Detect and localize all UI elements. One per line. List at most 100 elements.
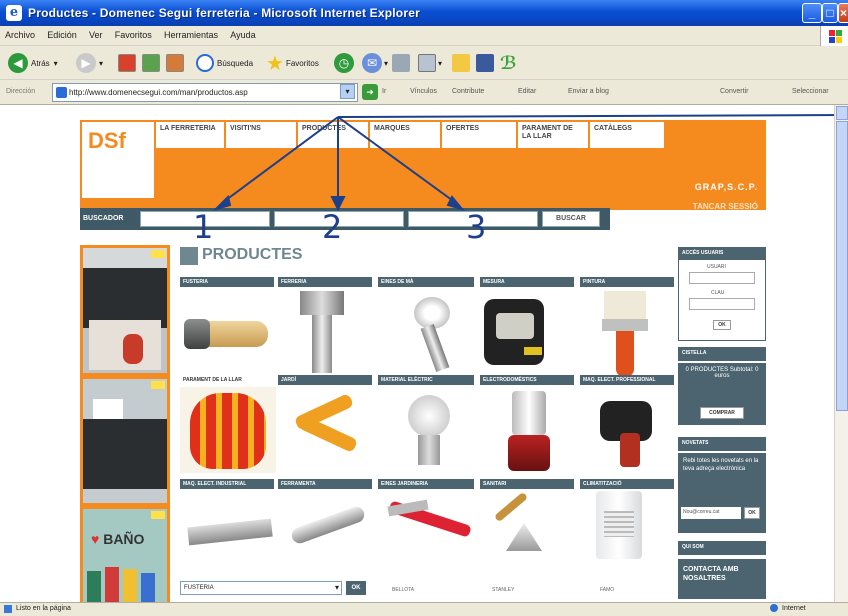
product-image-maq-elect-professional[interactable] [590,395,674,471]
category-electrodomestics[interactable]: ELECTRODOMÈSTICS [480,375,574,385]
page-status-icon [4,605,12,613]
category-ferreria[interactable]: FERRERIA [278,277,372,287]
product-image-ferreria[interactable] [300,291,360,377]
product-image-material-electric[interactable] [404,391,454,475]
research-button[interactable] [476,51,494,75]
brand-stanley[interactable]: STANLEY [492,587,514,593]
banner-badge [151,511,165,519]
category-maq-elect-professional[interactable]: MAQ. ELECT. PROFESSIONAL [580,375,674,385]
buy-button[interactable]: COMPRAR [700,407,744,419]
annotation-2: 2 [322,208,343,246]
forward-button[interactable]: ▶ ▾ [76,51,103,75]
folder-button[interactable] [452,51,470,75]
brand-famo[interactable]: FAMO [600,587,614,593]
search-button[interactable]: Búsqueda [196,51,253,75]
product-image-fusteria[interactable] [184,297,274,367]
close-button[interactable]: × [838,3,848,23]
star-icon: ★ [266,52,284,75]
contact-box[interactable]: CONTACTA AMB NOSALTRES [678,559,766,599]
chevron-down-icon: ▾ [334,583,339,592]
address-dropdown-button[interactable]: ▾ [340,84,355,99]
refresh-icon [142,54,160,72]
product-image-climatitzacio[interactable] [596,491,646,561]
cart-header: CISTELLA [678,347,766,361]
menu-ayuda[interactable]: Ayuda [225,26,260,40]
history-button[interactable]: ◷ [334,51,354,75]
category-climatitzacio[interactable]: CLIMATITZACIÓ [580,479,674,489]
menu-ver[interactable]: Ver [84,26,108,40]
product-image-eines-jardineria[interactable] [384,497,474,553]
contribute-button[interactable]: Contribute [452,88,484,95]
edit-page-button[interactable]: Editar [518,88,536,95]
banner-photo-1[interactable] [83,248,167,373]
address-input[interactable]: http://www.domenecsegui.com/man/producto… [52,83,358,102]
page-title: PRODUCTES [202,246,303,263]
category-maq-elect-industrial[interactable]: MAQ. ELECT. INDUSTRIAL [180,479,274,489]
product-image-ferramenta[interactable] [289,501,370,551]
category-ok-button[interactable]: OK [346,581,366,595]
category-select[interactable]: FUSTERIA ▾ [180,581,342,595]
minimize-button[interactable]: _ [802,3,822,23]
category-sanitari[interactable]: SANITARI [480,479,574,489]
edit-button[interactable]: ▾ [418,51,442,75]
username-input[interactable] [689,272,755,284]
refresh-button[interactable] [142,51,160,75]
category-parament-de-la-llar[interactable]: PARAMENT DE LA LLAR [180,375,274,385]
go-label[interactable]: Ir [382,88,386,95]
menu-edicion[interactable]: Edición [42,26,82,40]
login-box: USUARI CLAU OK [678,259,766,341]
go-button[interactable]: ➜ [362,84,378,100]
news-box: Rebi totes les novetats en la teva adreç… [678,453,766,533]
back-button[interactable]: ◀ Atrás ▾ [8,51,58,75]
menu-archivo[interactable]: Archivo [0,26,40,40]
product-image-eines-de-ma[interactable] [384,291,474,373]
scroll-up-button[interactable] [836,106,848,120]
password-input[interactable] [689,298,755,310]
menu-herramientas[interactable]: Herramientas [159,26,223,40]
category-eines-de-ma[interactable]: EINES DE MÀ [378,277,474,287]
category-eines-jardineria[interactable]: EINES JARDINERIA [378,479,474,489]
messenger-button[interactable]: ℬ [500,51,517,75]
page-icon [56,87,67,98]
newsletter-ok-button[interactable]: OK [744,507,760,519]
banner-photo-2[interactable] [83,379,167,503]
stop-button[interactable] [118,51,136,75]
maximize-button[interactable]: □ [822,3,838,23]
select-button[interactable]: Seleccionar [792,88,829,95]
home-button[interactable] [166,51,184,75]
product-image-maq-elect-industrial[interactable] [184,509,274,549]
product-image-pintura[interactable] [598,291,658,377]
history-icon: ◷ [334,53,354,73]
login-ok-button[interactable]: OK [713,320,731,330]
category-jardi[interactable]: JARDÍ [278,375,372,385]
product-image-jardi[interactable] [284,392,368,463]
category-mesura[interactable]: MESURA [480,277,574,287]
product-image-parament-de-la-llar[interactable] [180,387,276,473]
product-image-mesura[interactable] [484,293,548,369]
category-pintura[interactable]: PINTURA [580,277,674,287]
favorites-button[interactable]: ★ Favoritos [266,51,319,75]
category-material-electric[interactable]: MATERIAL ELÈCTRIC [378,375,474,385]
edit-icon [418,54,436,72]
print-button[interactable] [392,51,410,75]
product-image-electrodomestics[interactable] [504,391,554,475]
product-image-sanitari[interactable] [486,491,556,559]
brand-bellota[interactable]: BELLOTA [392,587,414,593]
scroll-thumb[interactable] [836,121,848,411]
mail-icon: ✉ [362,53,382,73]
internet-zone-icon [770,604,778,612]
vertical-scrollbar[interactable] [834,105,848,602]
send-to-blog-button[interactable]: Enviar a blog [568,88,609,95]
mail-button[interactable]: ✉ ▾ [362,51,388,75]
links-button[interactable]: Vínculos [410,88,437,95]
category-fusteria[interactable]: FUSTERIA [180,277,274,287]
who-we-are-header[interactable]: QUI SOM [678,541,766,555]
menu-favoritos[interactable]: Favoritos [110,26,157,40]
category-ferramenta[interactable]: FERRAMENTA [278,479,372,489]
newsletter-email-input[interactable]: Nou@correu.cat [681,507,741,519]
banner-photo-3[interactable]: ♥ BAÑO [83,509,167,602]
annotation-3: 3 [466,208,487,246]
banner-badge [151,250,165,258]
chevron-down-icon: ▾ [384,58,389,68]
convert-button[interactable]: Convertir [720,88,748,95]
